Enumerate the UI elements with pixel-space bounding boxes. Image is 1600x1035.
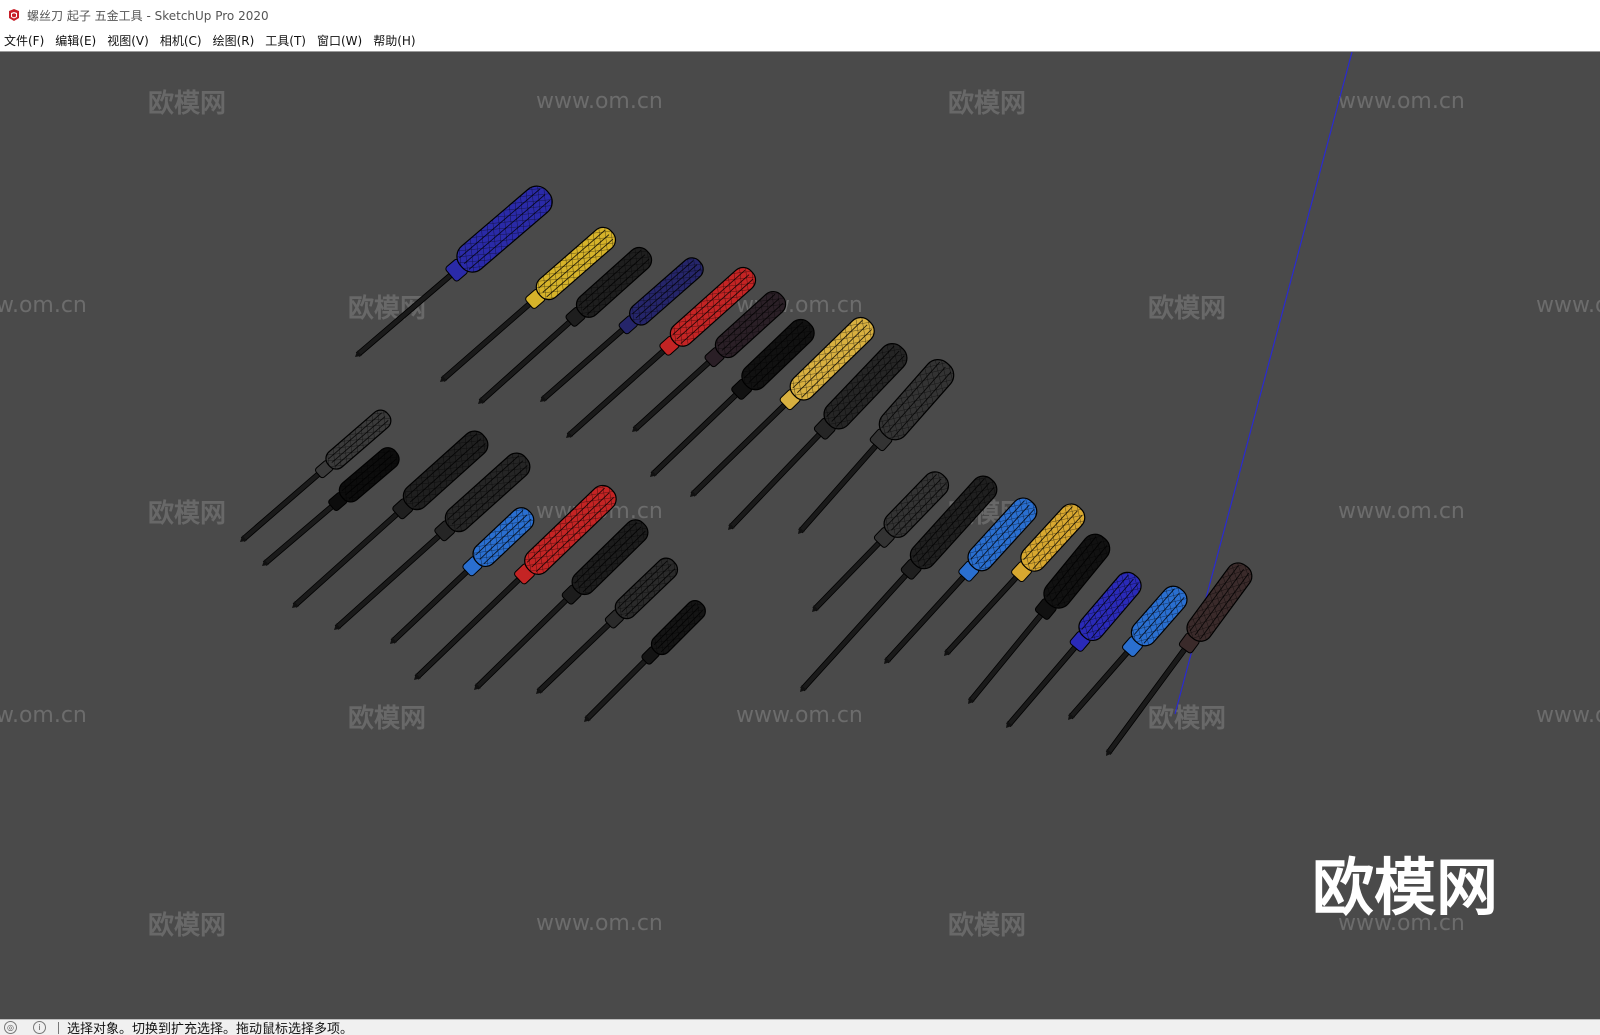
menu-camera[interactable]: 相机(C)	[157, 32, 209, 49]
watermark-cn: 欧模网	[148, 498, 226, 529]
window-title: 螺丝刀 起子 五金工具 - SketchUp Pro 2020	[27, 8, 269, 23]
menu-tools[interactable]: 工具(T)	[262, 32, 313, 49]
watermark-cn: 欧模网	[148, 910, 226, 941]
watermark-url: www.om.cn	[1536, 703, 1600, 728]
watermark-url: www.om.cn	[1338, 89, 1465, 114]
viewport-canvas[interactable]: 欧模网 www.om.cn 欧模网 www.om.cn www.om.cn 欧模…	[0, 52, 1600, 1019]
brand-logo: 欧模网	[1312, 851, 1498, 924]
watermark-cn: 欧模网	[948, 88, 1026, 119]
menu-help[interactable]: 帮助(H)	[370, 32, 422, 49]
watermark-cn: 欧模网	[148, 88, 226, 119]
status-divider	[58, 1021, 59, 1034]
watermark-layer: 欧模网 www.om.cn 欧模网 www.om.cn www.om.cn 欧模…	[0, 88, 1600, 941]
watermark-cn: 欧模网	[348, 703, 426, 734]
menu-edit[interactable]: 编辑(E)	[52, 32, 103, 49]
menu-window[interactable]: 窗口(W)	[314, 32, 369, 49]
watermark-url: www.om.cn	[536, 911, 663, 936]
info-icon[interactable]: i	[33, 1021, 46, 1034]
title-bar: 螺丝刀 起子 五金工具 - SketchUp Pro 2020	[0, 0, 1600, 30]
watermark-url: www.om.cn	[1536, 293, 1600, 318]
menu-view[interactable]: 视图(V)	[104, 32, 156, 49]
menu-bar: 文件(F) 编辑(E) 视图(V) 相机(C) 绘图(R) 工具(T) 窗口(W…	[0, 30, 1600, 52]
menu-draw[interactable]: 绘图(R)	[210, 32, 262, 49]
model-viewport[interactable]: 欧模网 www.om.cn 欧模网 www.om.cn www.om.cn 欧模…	[0, 52, 1600, 1019]
watermark-cn: 欧模网	[948, 910, 1026, 941]
screwdriver-model[interactable]	[345, 181, 557, 369]
watermark-url: www.om.cn	[0, 293, 87, 318]
menu-file[interactable]: 文件(F)	[1, 32, 51, 49]
watermark-url: www.om.cn	[736, 703, 863, 728]
geo-location-icon[interactable]: ◎	[4, 1021, 17, 1034]
screwdriver-models[interactable]	[233, 181, 1256, 764]
watermark-cn: 欧模网	[1148, 293, 1226, 324]
watermark-cn: 欧模网	[1148, 703, 1226, 734]
screwdriver-model[interactable]	[577, 597, 709, 729]
status-bar: ◎ i 选择对象。切换到扩充选择。拖动鼠标选择多项。	[0, 1019, 1600, 1035]
watermark-url: www.om.cn	[0, 703, 87, 728]
sketchup-logo-icon	[9, 9, 19, 21]
watermark-url: www.om.cn	[1338, 499, 1465, 524]
watermark-url: www.om.cn	[536, 89, 663, 114]
status-text: 选择对象。切换到扩充选择。拖动鼠标选择多项。	[67, 1022, 354, 1035]
